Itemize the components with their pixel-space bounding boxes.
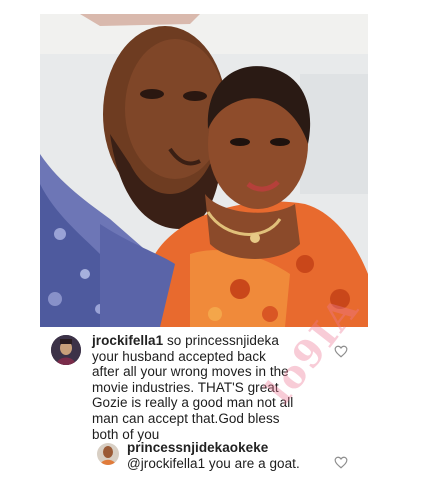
- comment-text: jrockifella1 so princessnjideka your hus…: [92, 333, 294, 442]
- comment-username[interactable]: jrockifella1: [92, 333, 163, 348]
- couple-selfie-illustration: [40, 14, 368, 327]
- heart-outline-icon[interactable]: [334, 456, 348, 469]
- post-photo[interactable]: [40, 14, 368, 327]
- comments-section: jrockifella1 so princessnjideka your hus…: [0, 327, 441, 503]
- heart-outline-icon[interactable]: [334, 345, 348, 358]
- avatar-jrockifella1[interactable]: [51, 335, 81, 365]
- comment-username[interactable]: princessnjidekaokeke: [127, 440, 268, 455]
- comment-text: princessnjidekaokeke @jrockifella1 you a…: [127, 440, 300, 471]
- avatar-princessnjidekaokeke[interactable]: [97, 443, 119, 465]
